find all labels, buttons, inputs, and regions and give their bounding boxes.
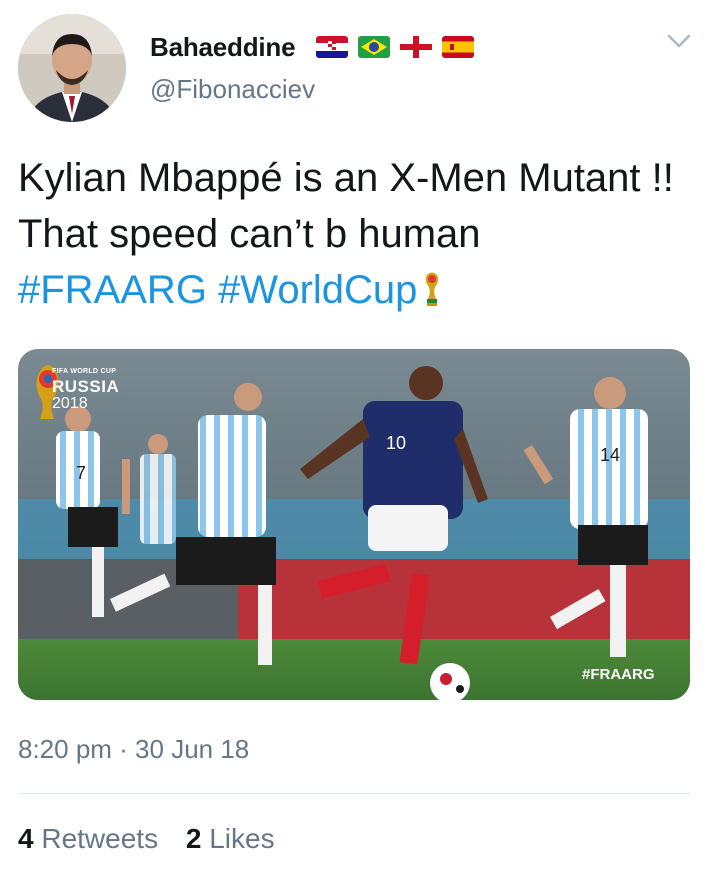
likes-count: 2: [185, 823, 202, 854]
chevron-down-icon[interactable]: [666, 32, 692, 50]
divider: [18, 793, 690, 794]
croatia-flag-icon: [316, 36, 348, 58]
logo-year: 2018: [52, 395, 88, 412]
world-cup-logo: FIFA WORLD CUP RUSSIA 2018: [52, 368, 119, 412]
hashtag-fraarg[interactable]: #FRAARG: [18, 268, 207, 312]
england-flag-icon: [400, 36, 432, 58]
retweets-label: Retweets: [41, 823, 159, 854]
likes-stat[interactable]: 2 Likes: [186, 823, 275, 855]
avatar-image: [18, 14, 126, 122]
logo-subtitle: FIFA WORLD CUP: [52, 368, 117, 375]
tweet-timestamp[interactable]: 8:20 pm · 30 Jun 18: [18, 734, 249, 765]
display-name[interactable]: Bahaeddine: [150, 32, 296, 63]
hashtag-worldcup[interactable]: #WorldCup: [218, 268, 417, 312]
world-cup-trophy-icon: [426, 272, 439, 306]
retweets-stat[interactable]: 4 Retweets: [18, 823, 158, 855]
media-hashtag: #FRAARG: [582, 666, 655, 683]
flag-emojis: [316, 36, 474, 58]
brazil-flag-icon: [358, 36, 390, 58]
spain-flag-icon: [442, 36, 474, 58]
logo-title: RUSSIA: [52, 377, 120, 396]
tweet-stats: 4 Retweets 2 Likes: [18, 823, 295, 855]
likes-label: Likes: [209, 823, 275, 854]
tweet-text: Kylian Mbappé is an X-Men Mutant !! That…: [18, 150, 678, 318]
user-handle[interactable]: @Fibonacciev: [150, 74, 315, 105]
tweet-body: Kylian Mbappé is an X-Men Mutant !! That…: [18, 156, 674, 256]
avatar[interactable]: [18, 14, 126, 122]
retweets-count: 4: [18, 823, 34, 854]
